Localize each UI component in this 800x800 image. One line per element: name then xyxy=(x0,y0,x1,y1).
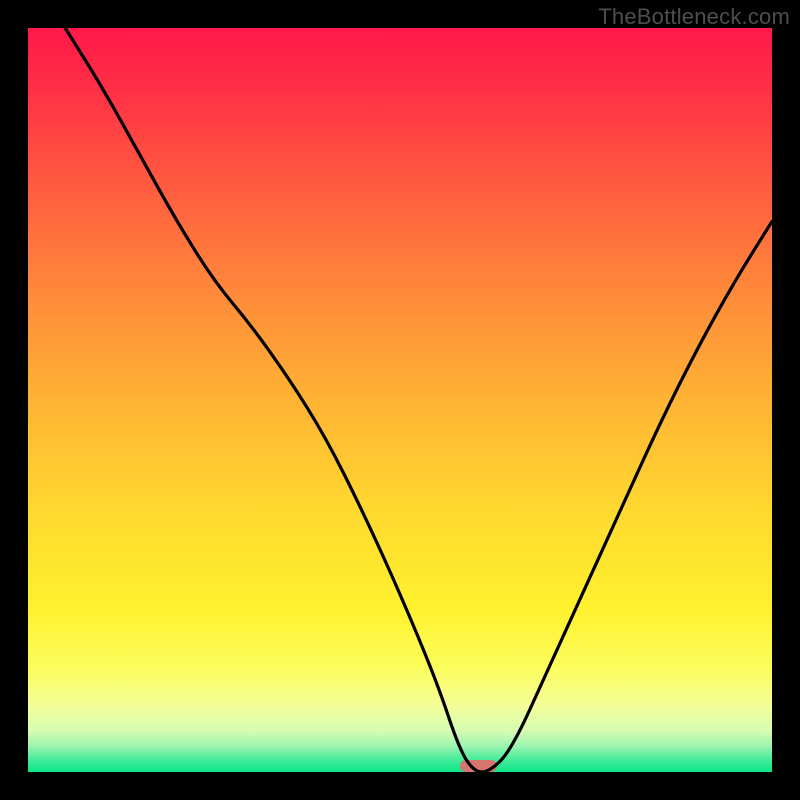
watermark-text: TheBottleneck.com xyxy=(598,4,790,30)
bottleneck-curve xyxy=(28,28,772,772)
plot-area xyxy=(28,28,772,772)
chart-frame: TheBottleneck.com xyxy=(0,0,800,800)
